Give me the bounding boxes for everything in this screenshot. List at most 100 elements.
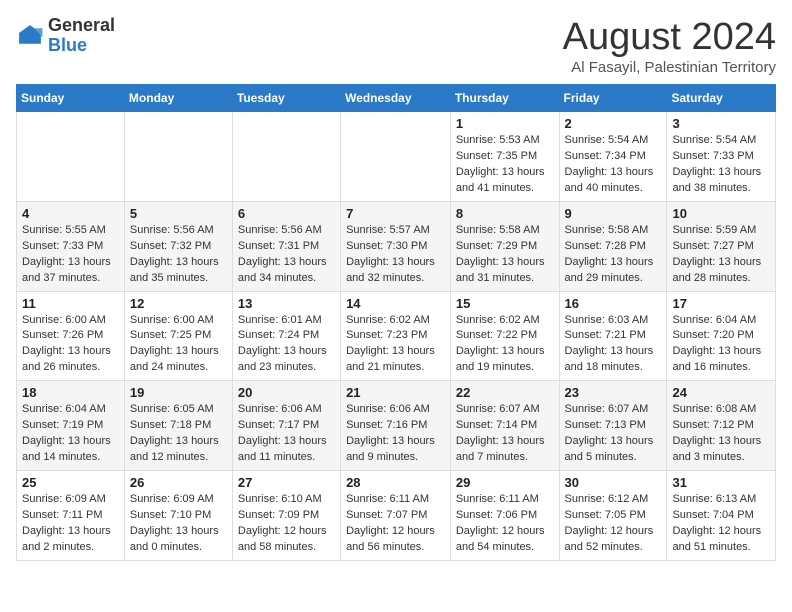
- page-header: General Blue August 2024 Al Fasayil, Pal…: [16, 16, 776, 76]
- cell-day-number: 28: [346, 475, 445, 490]
- cell-day-number: 26: [130, 475, 227, 490]
- cell-day-number: 21: [346, 385, 445, 400]
- cell-day-number: 22: [456, 385, 554, 400]
- calendar-week-row: 11Sunrise: 6:00 AM Sunset: 7:26 PM Dayli…: [17, 291, 776, 381]
- header-monday: Monday: [124, 85, 232, 112]
- cell-day-number: 8: [456, 206, 554, 221]
- month-title: August 2024: [563, 16, 776, 59]
- cell-info: Sunrise: 6:10 AM Sunset: 7:09 PM Dayligh…: [238, 492, 335, 556]
- logo-icon: [16, 22, 44, 50]
- calendar-cell: [124, 112, 232, 202]
- cell-day-number: 2: [565, 116, 662, 131]
- cell-info: Sunrise: 6:11 AM Sunset: 7:07 PM Dayligh…: [346, 492, 445, 556]
- cell-day-number: 4: [22, 206, 119, 221]
- cell-info: Sunrise: 5:59 AM Sunset: 7:27 PM Dayligh…: [672, 223, 770, 287]
- calendar-cell: 1 Sunrise: 5:53 AM Sunset: 7:35 PM Daylig…: [450, 112, 559, 202]
- calendar-cell: 10 Sunrise: 5:59 AM Sunset: 7:27 PM Dayli…: [667, 201, 776, 291]
- cell-info: Sunrise: 6:07 AM Sunset: 7:13 PM Dayligh…: [565, 402, 662, 466]
- title-block: August 2024 Al Fasayil, Palestinian Terr…: [563, 16, 776, 76]
- calendar-cell: [17, 112, 125, 202]
- cell-day-number: 7: [346, 206, 445, 221]
- calendar-cell: [232, 112, 340, 202]
- calendar-cell: 31 Sunrise: 6:13 AM Sunset: 7:04 PM Dayli…: [667, 471, 776, 561]
- calendar-cell: 29Sunrise: 6:11 AM Sunset: 7:06 PM Dayli…: [450, 471, 559, 561]
- calendar-week-row: 18Sunrise: 6:04 AM Sunset: 7:19 PM Dayli…: [17, 381, 776, 471]
- cell-day-number: 19: [130, 385, 227, 400]
- calendar-cell: 25Sunrise: 6:09 AM Sunset: 7:11 PM Dayli…: [17, 471, 125, 561]
- cell-info: Sunrise: 5:54 AM Sunset: 7:34 PM Dayligh…: [565, 133, 662, 197]
- cell-info: Sunrise: 6:02 AM Sunset: 7:23 PM Dayligh…: [346, 313, 445, 377]
- calendar-cell: 23 Sunrise: 6:07 AM Sunset: 7:13 PM Dayli…: [559, 381, 667, 471]
- calendar-cell: 24Sunrise: 6:08 AM Sunset: 7:12 PM Dayli…: [667, 381, 776, 471]
- cell-info: Sunrise: 6:13 AM Sunset: 7:04 PM Dayligh…: [672, 492, 770, 556]
- calendar-header-row: SundayMondayTuesdayWednesdayThursdayFrid…: [17, 85, 776, 112]
- calendar-cell: 28 Sunrise: 6:11 AM Sunset: 7:07 PM Dayli…: [341, 471, 451, 561]
- cell-info: Sunrise: 5:58 AM Sunset: 7:29 PM Dayligh…: [456, 223, 554, 287]
- calendar-cell: 5 Sunrise: 5:56 AM Sunset: 7:32 PM Daylig…: [124, 201, 232, 291]
- header-wednesday: Wednesday: [341, 85, 451, 112]
- cell-info: Sunrise: 6:07 AM Sunset: 7:14 PM Dayligh…: [456, 402, 554, 466]
- cell-info: Sunrise: 6:12 AM Sunset: 7:05 PM Dayligh…: [565, 492, 662, 556]
- calendar-cell: 3Sunrise: 5:54 AM Sunset: 7:33 PM Daylig…: [667, 112, 776, 202]
- logo-text: General Blue: [48, 16, 115, 56]
- cell-day-number: 12: [130, 296, 227, 311]
- logo-blue: Blue: [48, 35, 87, 55]
- calendar-week-row: 1 Sunrise: 5:53 AM Sunset: 7:35 PM Daylig…: [17, 112, 776, 202]
- cell-day-number: 17: [672, 296, 770, 311]
- cell-info: Sunrise: 5:55 AM Sunset: 7:33 PM Dayligh…: [22, 223, 119, 287]
- header-thursday: Thursday: [450, 85, 559, 112]
- calendar-cell: 9Sunrise: 5:58 AM Sunset: 7:28 PM Daylig…: [559, 201, 667, 291]
- cell-info: Sunrise: 5:56 AM Sunset: 7:31 PM Dayligh…: [238, 223, 335, 287]
- cell-info: Sunrise: 5:56 AM Sunset: 7:32 PM Dayligh…: [130, 223, 227, 287]
- header-saturday: Saturday: [667, 85, 776, 112]
- calendar-cell: 22 Sunrise: 6:07 AM Sunset: 7:14 PM Dayli…: [450, 381, 559, 471]
- cell-info: Sunrise: 6:06 AM Sunset: 7:17 PM Dayligh…: [238, 402, 335, 466]
- logo: General Blue: [16, 16, 115, 56]
- location-title: Al Fasayil, Palestinian Territory: [563, 59, 776, 76]
- header-tuesday: Tuesday: [232, 85, 340, 112]
- calendar-cell: 16Sunrise: 6:03 AM Sunset: 7:21 PM Dayli…: [559, 291, 667, 381]
- cell-info: Sunrise: 6:00 AM Sunset: 7:26 PM Dayligh…: [22, 313, 119, 377]
- cell-day-number: 1: [456, 116, 554, 131]
- cell-info: Sunrise: 6:11 AM Sunset: 7:06 PM Dayligh…: [456, 492, 554, 556]
- logo-general: General: [48, 15, 115, 35]
- calendar-week-row: 4 Sunrise: 5:55 AM Sunset: 7:33 PM Daylig…: [17, 201, 776, 291]
- calendar-cell: 12Sunrise: 6:00 AM Sunset: 7:25 PM Dayli…: [124, 291, 232, 381]
- header-friday: Friday: [559, 85, 667, 112]
- cell-day-number: 27: [238, 475, 335, 490]
- calendar-cell: 14 Sunrise: 6:02 AM Sunset: 7:23 PM Dayli…: [341, 291, 451, 381]
- cell-day-number: 15: [456, 296, 554, 311]
- calendar-cell: [341, 112, 451, 202]
- cell-day-number: 23: [565, 385, 662, 400]
- calendar-cell: 15 Sunrise: 6:02 AM Sunset: 7:22 PM Dayli…: [450, 291, 559, 381]
- calendar-cell: 11Sunrise: 6:00 AM Sunset: 7:26 PM Dayli…: [17, 291, 125, 381]
- cell-info: Sunrise: 5:53 AM Sunset: 7:35 PM Dayligh…: [456, 133, 554, 197]
- cell-day-number: 20: [238, 385, 335, 400]
- calendar-cell: 8 Sunrise: 5:58 AM Sunset: 7:29 PM Daylig…: [450, 201, 559, 291]
- cell-info: Sunrise: 5:57 AM Sunset: 7:30 PM Dayligh…: [346, 223, 445, 287]
- cell-info: Sunrise: 6:09 AM Sunset: 7:10 PM Dayligh…: [130, 492, 227, 556]
- cell-day-number: 10: [672, 206, 770, 221]
- cell-info: Sunrise: 5:58 AM Sunset: 7:28 PM Dayligh…: [565, 223, 662, 287]
- cell-info: Sunrise: 6:02 AM Sunset: 7:22 PM Dayligh…: [456, 313, 554, 377]
- cell-info: Sunrise: 6:05 AM Sunset: 7:18 PM Dayligh…: [130, 402, 227, 466]
- cell-info: Sunrise: 6:06 AM Sunset: 7:16 PM Dayligh…: [346, 402, 445, 466]
- calendar-cell: 27 Sunrise: 6:10 AM Sunset: 7:09 PM Dayli…: [232, 471, 340, 561]
- calendar-cell: 20 Sunrise: 6:06 AM Sunset: 7:17 PM Dayli…: [232, 381, 340, 471]
- cell-day-number: 31: [672, 475, 770, 490]
- calendar-table: SundayMondayTuesdayWednesdayThursdayFrid…: [16, 84, 776, 561]
- calendar-cell: 26 Sunrise: 6:09 AM Sunset: 7:10 PM Dayli…: [124, 471, 232, 561]
- calendar-cell: 13Sunrise: 6:01 AM Sunset: 7:24 PM Dayli…: [232, 291, 340, 381]
- cell-day-number: 14: [346, 296, 445, 311]
- cell-day-number: 30: [565, 475, 662, 490]
- calendar-week-row: 25Sunrise: 6:09 AM Sunset: 7:11 PM Dayli…: [17, 471, 776, 561]
- calendar-cell: 17Sunrise: 6:04 AM Sunset: 7:20 PM Dayli…: [667, 291, 776, 381]
- calendar-cell: 2 Sunrise: 5:54 AM Sunset: 7:34 PM Daylig…: [559, 112, 667, 202]
- cell-day-number: 24: [672, 385, 770, 400]
- calendar-cell: 7 Sunrise: 5:57 AM Sunset: 7:30 PM Daylig…: [341, 201, 451, 291]
- cell-day-number: 25: [22, 475, 119, 490]
- calendar-cell: 21 Sunrise: 6:06 AM Sunset: 7:16 PM Dayli…: [341, 381, 451, 471]
- cell-info: Sunrise: 6:04 AM Sunset: 7:19 PM Dayligh…: [22, 402, 119, 466]
- cell-day-number: 5: [130, 206, 227, 221]
- cell-info: Sunrise: 6:01 AM Sunset: 7:24 PM Dayligh…: [238, 313, 335, 377]
